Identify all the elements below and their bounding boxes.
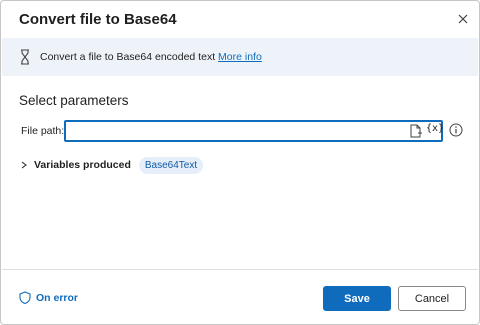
file-path-field: {x} bbox=[64, 120, 444, 142]
info-circle-icon[interactable] bbox=[449, 123, 463, 137]
shield-icon bbox=[19, 291, 31, 304]
convert-file-dialog: Convert file to Base64 Convert a file to… bbox=[0, 0, 480, 325]
cancel-button[interactable]: Cancel bbox=[398, 286, 466, 311]
dialog-title: Convert file to Base64 bbox=[19, 11, 177, 28]
footer-divider bbox=[2, 269, 478, 270]
variable-pill[interactable]: Base64Text bbox=[138, 156, 204, 174]
variables-produced-toggle[interactable]: Variables produced Base64Text bbox=[19, 155, 204, 175]
variable-picker-button[interactable]: {x} bbox=[426, 123, 444, 134]
hourglass-icon bbox=[21, 49, 29, 65]
section-heading: Select parameters bbox=[19, 93, 129, 108]
info-description: Convert a file to Base64 encoded text bbox=[40, 51, 216, 63]
file-picker-icon[interactable] bbox=[409, 124, 423, 138]
close-button[interactable] bbox=[453, 9, 473, 29]
more-info-link[interactable]: More info bbox=[218, 51, 262, 63]
close-icon bbox=[458, 14, 468, 24]
file-path-input[interactable] bbox=[66, 122, 396, 140]
on-error-button[interactable]: On error bbox=[19, 291, 78, 304]
file-path-label: File path: bbox=[21, 125, 65, 137]
info-text: Convert a file to Base64 encoded text Mo… bbox=[40, 51, 262, 63]
on-error-label: On error bbox=[36, 291, 79, 304]
chevron-right-icon bbox=[21, 161, 27, 169]
info-bar: Convert a file to Base64 encoded text Mo… bbox=[2, 38, 478, 76]
save-button[interactable]: Save bbox=[323, 286, 391, 311]
variables-produced-label: Variables produced bbox=[34, 159, 131, 171]
